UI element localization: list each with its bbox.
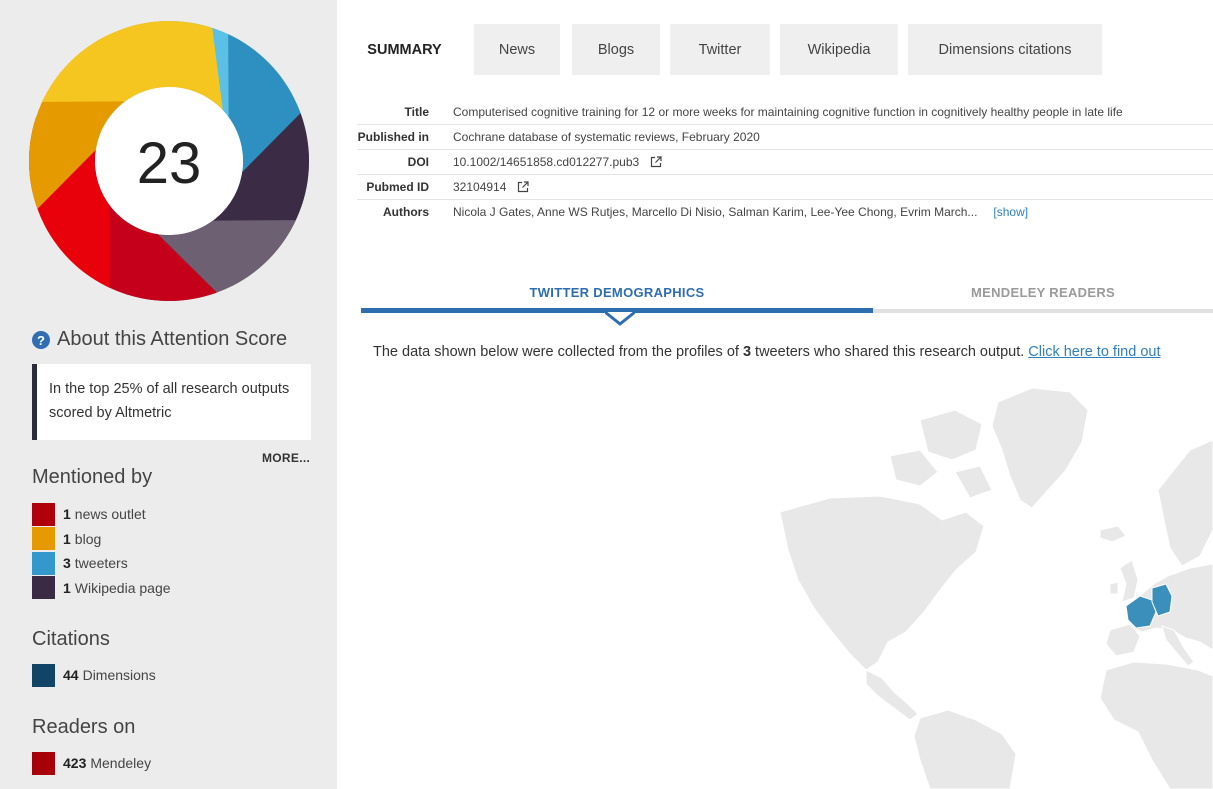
mention-label: news outlet [74, 506, 146, 522]
demographics-description: The data shown below were collected from… [373, 344, 1213, 360]
more-button[interactable]: MORE... [262, 451, 310, 465]
score-context-box: In the top 25% of all research outputs s… [32, 364, 311, 440]
score-context-text: In the top 25% of all research outputs s… [49, 381, 290, 421]
tab-blogs[interactable]: Blogs [572, 24, 660, 75]
mention-count: 3 [63, 555, 71, 571]
about-score-label: About this Attention Score [57, 328, 288, 350]
meta-row-pubmed: Pubmed ID 32104914 [357, 175, 1213, 200]
tab-twitter[interactable]: Twitter [670, 24, 770, 75]
meta-row-doi: DOI 10.1002/14651858.cd012277.pub3 [357, 150, 1213, 175]
citations-count: 44 [63, 667, 79, 683]
altmetric-donut: 23 [29, 20, 310, 301]
twitter-demographics-map[interactable] [770, 380, 1213, 789]
news-swatch [32, 502, 55, 526]
mention-count: 1 [63, 506, 71, 522]
find-out-more-link[interactable]: Click here to find out [1028, 344, 1160, 360]
map-region-iceland[interactable] [1099, 525, 1127, 543]
mention-label: blog [74, 530, 102, 547]
map-region-arctic-islands[interactable] [889, 409, 993, 499]
tab-twitter-demographics[interactable]: TWITTER DEMOGRAPHICS [361, 272, 873, 312]
pubmed-link[interactable]: 32104914 [453, 180, 529, 194]
article-metadata: Title Computerised cognitive training fo… [357, 100, 1213, 224]
mention-wikipedia[interactable]: 1 Wikipedia page [32, 576, 171, 599]
map-region-scandinavia[interactable] [1157, 439, 1213, 567]
citations-label: Dimensions [82, 667, 156, 683]
citations-dimensions[interactable]: 44 Dimensions [32, 663, 156, 687]
mention-blog[interactable]: 1 blog [32, 527, 102, 550]
wikipedia-swatch [32, 576, 55, 599]
show-authors-link[interactable]: [show] [993, 205, 1028, 219]
authors-label: Authors [383, 205, 429, 219]
about-score-link[interactable]: ? About this Attention Score [32, 328, 287, 351]
tweeters-swatch [32, 551, 55, 575]
demographics-tabs: TWITTER DEMOGRAPHICS MENDELEY READERS [361, 272, 1213, 326]
pubmed-value: 32104914 [453, 180, 507, 194]
published-label: Published in [357, 130, 429, 144]
mention-news[interactable]: 1 news outlet [32, 502, 146, 526]
mention-count: 1 [63, 579, 71, 596]
desc-prefix: The data shown below were collected from… [373, 344, 743, 360]
authors-list: Nicola J Gates, Anne WS Rutjes, Marcello… [453, 205, 978, 219]
meta-row-authors: Authors Nicola J Gates, Anne WS Rutjes, … [357, 200, 1213, 224]
mention-label: Wikipedia page [74, 579, 171, 596]
pubmed-label: Pubmed ID [366, 180, 429, 194]
mention-tweeters[interactable]: 3 tweeters [32, 551, 128, 575]
tab-news[interactable]: News [474, 24, 560, 75]
readers-mendeley[interactable]: 423 Mendeley [32, 751, 152, 775]
readers-count: 423 [63, 755, 87, 771]
mentioned-by-title: Mentioned by [32, 466, 153, 488]
mendeley-swatch [32, 751, 55, 775]
tab-mendeley-readers[interactable]: MENDELEY READERS [873, 272, 1213, 312]
doi-value: 10.1002/14651858.cd012277.pub3 [453, 155, 640, 169]
tweeter-count: 3 [742, 344, 752, 360]
tab-summary[interactable]: SUMMARY [347, 24, 462, 75]
map-region-greenland[interactable] [991, 387, 1089, 509]
map-region-south-america[interactable] [913, 709, 1017, 789]
meta-row-published: Published in Cochrane database of system… [357, 125, 1213, 150]
tab-wikipedia[interactable]: Wikipedia [780, 24, 898, 75]
attention-score: 23 [137, 131, 202, 196]
desc-suffix: tweeters who shared this research output… [751, 344, 1029, 360]
doi-link[interactable]: 10.1002/14651858.cd012277.pub3 [453, 155, 662, 169]
blog-swatch [32, 527, 55, 550]
map-region-uk[interactable] [1109, 559, 1139, 603]
tab-dimensions-citations[interactable]: Dimensions citations [908, 24, 1102, 75]
map-region-north-america[interactable] [779, 495, 985, 671]
readers-label: Mendeley [90, 755, 152, 771]
citations-title: Citations [32, 628, 110, 650]
active-tab-caret-icon [605, 312, 635, 326]
mention-count: 1 [63, 530, 71, 547]
external-link-icon [650, 156, 662, 168]
external-link-icon [517, 181, 529, 193]
readers-title: Readers on [32, 716, 136, 738]
question-icon: ? [32, 331, 50, 349]
article-title: Computerised cognitive training for 12 o… [453, 105, 1123, 119]
published-in: Cochrane database of systematic reviews,… [453, 130, 760, 144]
attention-sidebar: 23 ? About this Attention Score In the t… [0, 0, 337, 789]
map-region-central-america[interactable] [865, 669, 919, 721]
mention-label: tweeters [74, 555, 128, 571]
doi-label: DOI [407, 155, 429, 169]
map-region-africa[interactable] [1099, 661, 1213, 789]
dimensions-swatch [32, 663, 55, 687]
title-label: Title [404, 105, 429, 119]
inactive-tab-indicator [873, 309, 1213, 313]
meta-row-title: Title Computerised cognitive training fo… [357, 100, 1213, 125]
